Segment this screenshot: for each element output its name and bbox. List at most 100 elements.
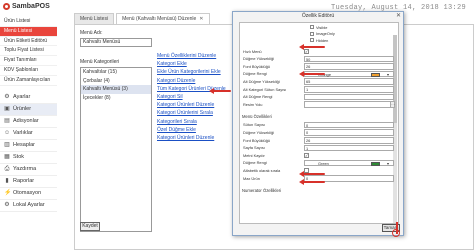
nav-item[interactable]: ⎙ Yazdırma: [0, 164, 57, 176]
color-name: Green: [318, 160, 329, 166]
category-item[interactable]: Kahvaltılar (15): [81, 68, 151, 77]
tab-menu-list[interactable]: Menü Listesi: [74, 13, 115, 24]
annotation-circle: [392, 229, 400, 237]
close-icon[interactable]: ✕: [396, 12, 401, 19]
action-link[interactable]: Kategori Ürünleri Düzenle: [157, 101, 232, 109]
property-checkbox[interactable]: [304, 152, 309, 158]
printer-icon: ⎙: [4, 166, 10, 173]
property-value[interactable]: 0: [304, 129, 394, 136]
category-item[interactable]: Kahvaltı Menüsü (3): [81, 85, 151, 94]
sidebar-item[interactable]: Ürün Zamanlayıcıları: [0, 76, 57, 86]
tab-bar: Menü Listesi Menü (Kahvaltı Menüsü) Düze…: [74, 13, 210, 24]
sidebar-item[interactable]: Ürün Etiketi Editörü: [0, 37, 57, 47]
nav-item-label: Raporlar: [13, 178, 35, 185]
sidebar-item[interactable]: Menü Listesi: [0, 26, 57, 37]
category-item[interactable]: İçecekler (8): [81, 94, 151, 103]
property-row: Sütun Sayısı 0: [240, 121, 398, 129]
nav-item-label: Hesaplar: [13, 142, 36, 149]
sidebar-item[interactable]: Ürün Listesi: [0, 17, 57, 27]
annotation-arrow-head: [299, 44, 304, 50]
nav-item[interactable]: ▦ Stok: [0, 152, 57, 164]
property-value[interactable]: 26: [304, 63, 394, 70]
categories-label: Menü Kategorileri: [80, 59, 120, 65]
sidebar-item[interactable]: KDV Şablonları: [0, 66, 57, 76]
property-label: Düğme Yüksekliği: [243, 56, 275, 62]
property-label: Düğme Rengi: [243, 71, 267, 77]
property-label: Alt Kategori Sütun Sayısı: [243, 86, 287, 92]
option-checkbox[interactable]: [310, 31, 314, 36]
property-row: Alt Düğme Yüksekliği 65: [240, 78, 398, 86]
nav-item[interactable]: ⚙ Ayarlar: [0, 92, 57, 104]
section-header: Menü Özellikleri: [242, 114, 272, 120]
nav-item[interactable]: ⚙ Lokal Ayarlar: [0, 200, 57, 212]
nav-item[interactable]: ▥ Hesaplar: [0, 140, 57, 152]
property-label: Font Büyüklüğü: [243, 63, 271, 69]
option-label: ImageOnly: [316, 31, 335, 36]
category-list[interactable]: Kahvaltılar (15) Çorbalar (4) Kahvaltı Men…: [80, 67, 152, 232]
property-value[interactable]: 0: [304, 121, 394, 129]
nav-item-label: Ürünler: [13, 106, 32, 113]
category-item[interactable]: Çorbalar (4): [81, 77, 151, 86]
action-link[interactable]: Özel Düğme Ekle: [157, 126, 232, 134]
nav-item-label: Adisyonlar: [13, 118, 39, 125]
visibility-option[interactable]: ImageOnly: [310, 31, 335, 37]
action-link[interactable]: Kategori Düzenle: [157, 77, 232, 85]
nav-item[interactable]: ☺ Varlıklar: [0, 128, 57, 140]
property-label: Resim Yolu: [243, 101, 263, 107]
property-value[interactable]: [304, 101, 394, 108]
property-row: Font Büyüklüğü 26: [240, 137, 398, 145]
chart-icon: ▮: [5, 178, 9, 185]
property-label: Alt Düğme Yüksekliği: [243, 78, 280, 84]
chevron-down-icon[interactable]: ▾: [387, 161, 389, 166]
visibility-option[interactable]: Hidden: [310, 37, 328, 43]
menu-name-label: Menü Adı:: [80, 30, 103, 36]
option-checkbox[interactable]: [310, 38, 314, 42]
sidebar-item[interactable]: Fiyat Tanımları: [0, 56, 57, 66]
chevron-down-icon[interactable]: ▾: [387, 72, 389, 77]
visibility-option[interactable]: Visible: [310, 24, 327, 30]
property-value[interactable]: 65: [304, 78, 394, 85]
property-value[interactable]: Green ▾: [304, 159, 394, 167]
action-link[interactable]: Kategori Ürünleri Düzenle: [157, 134, 232, 142]
property-value[interactable]: [304, 93, 394, 101]
action-link[interactable]: Menü Özelliklerini Düzenle: [157, 52, 232, 60]
property-row: Alt Kategori Sütun Sayısı 1: [240, 86, 398, 94]
annotation-arrow-line: [303, 173, 325, 175]
sidebar: Ürün Listesi Menü Listesi Ürün Etiketi Edi…: [0, 17, 57, 250]
browse-button[interactable]: …: [390, 101, 395, 108]
action-link[interactable]: Ekle Ürün Kategorilerini Ekle: [157, 68, 232, 76]
property-label: Alfabetik olarak sırala: [243, 167, 281, 173]
action-link[interactable]: Kategori Sil: [157, 93, 232, 101]
option-checkbox[interactable]: [310, 25, 314, 29]
property-row: Düğme Yüksekliği 50: [240, 55, 398, 63]
ledger-icon: ▥: [4, 142, 10, 149]
action-link[interactable]: Kategorileri Sırala: [157, 118, 232, 126]
nav-item[interactable]: ▮ Raporlar: [0, 176, 57, 188]
nav-item[interactable]: ⚡ Otomasyon: [0, 188, 57, 200]
tab-label: Menü (Kahvaltı Menüsü) Düzenle: [122, 16, 197, 22]
app-name: SambaPOS: [12, 3, 50, 10]
property-checkbox[interactable]: [304, 48, 309, 54]
action-link[interactable]: Kategori Ürünlerini Sırala: [157, 109, 232, 117]
automation-icon: ⚡: [4, 190, 12, 197]
nav-item-label: Lokal Ayarlar: [13, 202, 45, 209]
save-button[interactable]: Kaydet: [80, 222, 100, 231]
annotation-arrow-head: [299, 171, 304, 177]
close-tab-icon[interactable]: ✕: [199, 16, 203, 22]
property-value[interactable]: 26: [304, 137, 394, 144]
nav-item-label: Varlıklar: [13, 130, 33, 137]
tab-menu-edit[interactable]: Menü (Kahvaltı Menüsü) Düzenle ✕: [116, 13, 210, 24]
property-value[interactable]: 1: [304, 86, 394, 93]
property-label: Alt Düğme Rengi: [243, 94, 273, 100]
property-row: Resim Yolu …: [240, 101, 398, 109]
menu-name-input[interactable]: Kahvaltı Menüsü: [80, 38, 152, 47]
property-row: Sayfa Sayısı 1: [240, 144, 398, 152]
option-label: Visible: [316, 24, 328, 30]
action-link[interactable]: Kategori Ekle: [157, 60, 232, 68]
sidebar-item[interactable]: Toplu Fiyat Listesi: [0, 46, 57, 57]
property-value[interactable]: 50: [304, 55, 394, 63]
nav-item[interactable]: ▤ Adisyonlar: [0, 116, 57, 128]
property-value[interactable]: 1: [304, 144, 394, 152]
nav-item[interactable]: ▣ Ürünler: [0, 103, 57, 116]
nav-item-label: Ayarlar: [13, 94, 31, 101]
